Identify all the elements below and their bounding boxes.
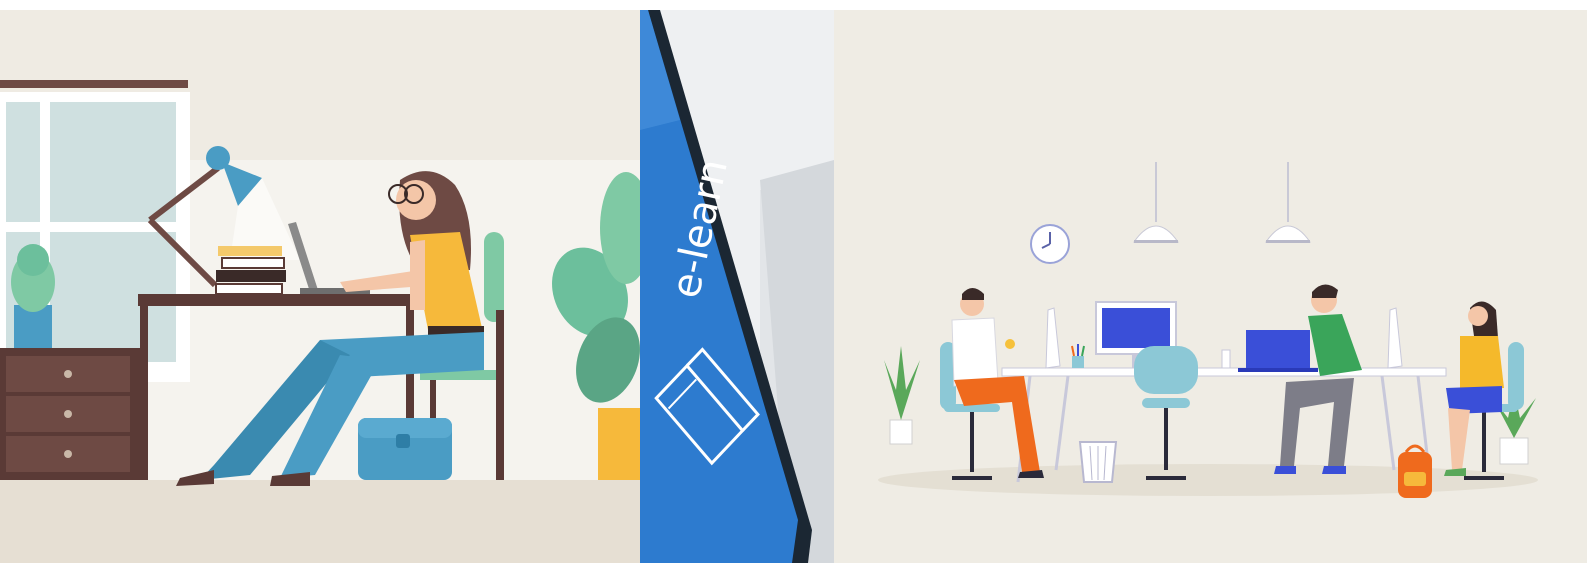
coworking-office-illustration bbox=[834, 10, 1587, 563]
bag-icon bbox=[358, 418, 452, 480]
books-stack bbox=[215, 246, 286, 295]
office-scene bbox=[834, 10, 1587, 563]
backpack-icon bbox=[1398, 444, 1432, 498]
floor bbox=[0, 480, 640, 563]
laptop-icon bbox=[1238, 330, 1318, 372]
keyboard-key-scene: e-learn bbox=[640, 10, 834, 563]
bottle-icon bbox=[1221, 349, 1231, 369]
drawer-cabinet bbox=[0, 348, 140, 480]
elearning-key-photo: e-learn bbox=[640, 10, 834, 563]
woman-at-desk-scene bbox=[0, 10, 640, 563]
woman-at-desk-illustration bbox=[0, 10, 640, 563]
small-plant-icon bbox=[11, 244, 55, 350]
trash-bin-icon bbox=[1078, 441, 1118, 483]
wall-clock-icon bbox=[1030, 224, 1070, 264]
image-collage: e-learn bbox=[0, 10, 1587, 563]
